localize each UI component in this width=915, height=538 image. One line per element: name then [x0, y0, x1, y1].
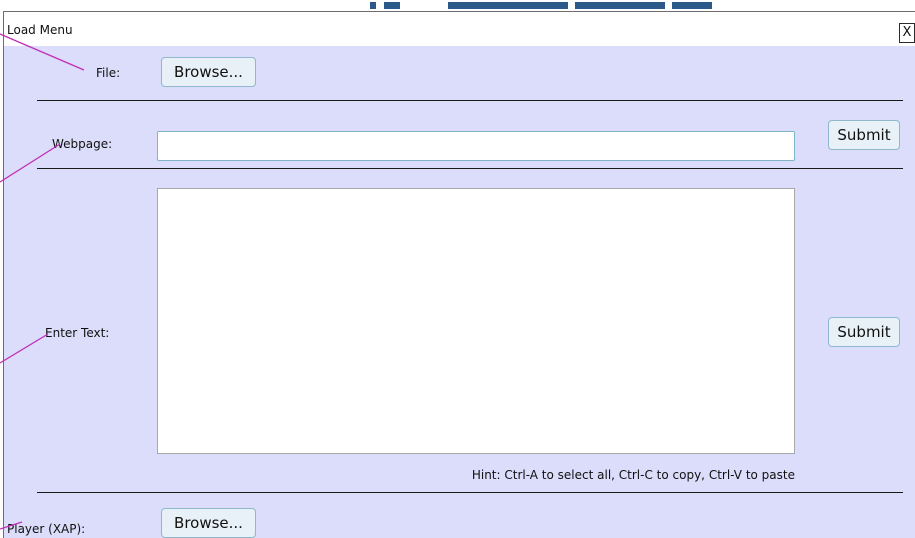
enter-text-label: Enter Text:	[45, 326, 110, 340]
separator	[37, 100, 903, 101]
separator	[37, 492, 903, 493]
enter-text-area[interactable]	[157, 188, 795, 454]
player-xap-label: Player (XAP):	[7, 522, 86, 536]
dialog-body: File: Browse... Webpage: Submit Enter Te…	[4, 46, 915, 538]
webpage-submit-button[interactable]: Submit	[828, 120, 900, 150]
text-submit-button[interactable]: Submit	[828, 317, 900, 347]
file-label: File:	[96, 66, 121, 80]
file-browse-button[interactable]: Browse...	[161, 57, 256, 87]
webpage-url-input[interactable]	[157, 131, 795, 161]
dialog-title: Load Menu	[7, 23, 73, 37]
separator	[37, 168, 903, 169]
dialog-titlebar: Load Menu X	[4, 12, 915, 46]
load-menu-dialog: Load Menu X File: Browse... Webpage: Sub…	[3, 11, 915, 538]
hint-text: Hint: Ctrl-A to select all, Ctrl-C to co…	[471, 468, 795, 482]
webpage-label: Webpage:	[52, 137, 113, 151]
close-button[interactable]: X	[899, 23, 915, 43]
player-browse-button[interactable]: Browse...	[161, 508, 256, 538]
